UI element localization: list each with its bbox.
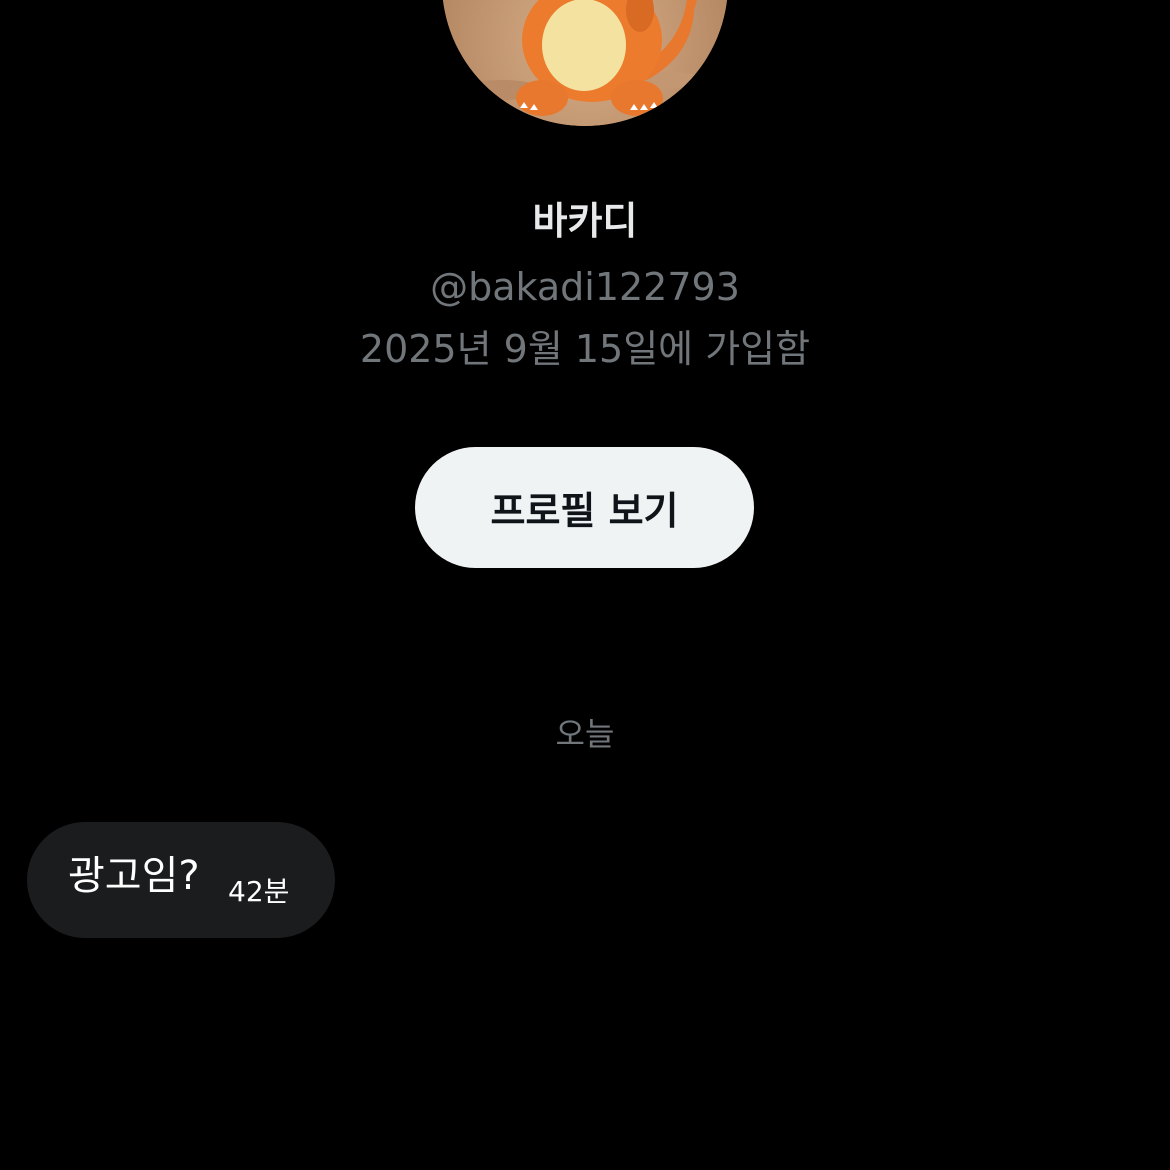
- user-handle: @bakadi122793: [430, 265, 740, 309]
- message-timestamp: 42분: [228, 875, 290, 908]
- message-bubble[interactable]: 광고임? 42분: [27, 822, 335, 938]
- view-profile-button[interactable]: 프로필 보기: [415, 447, 754, 568]
- charmander-avatar-icon: [442, 0, 728, 126]
- profile-avatar[interactable]: [442, 0, 728, 126]
- message-text: 광고임?: [68, 853, 200, 899]
- join-date: 2025년 9월 15일에 가입함: [359, 327, 811, 371]
- display-name: 바카디: [532, 199, 638, 243]
- date-divider: 오늘: [555, 715, 615, 753]
